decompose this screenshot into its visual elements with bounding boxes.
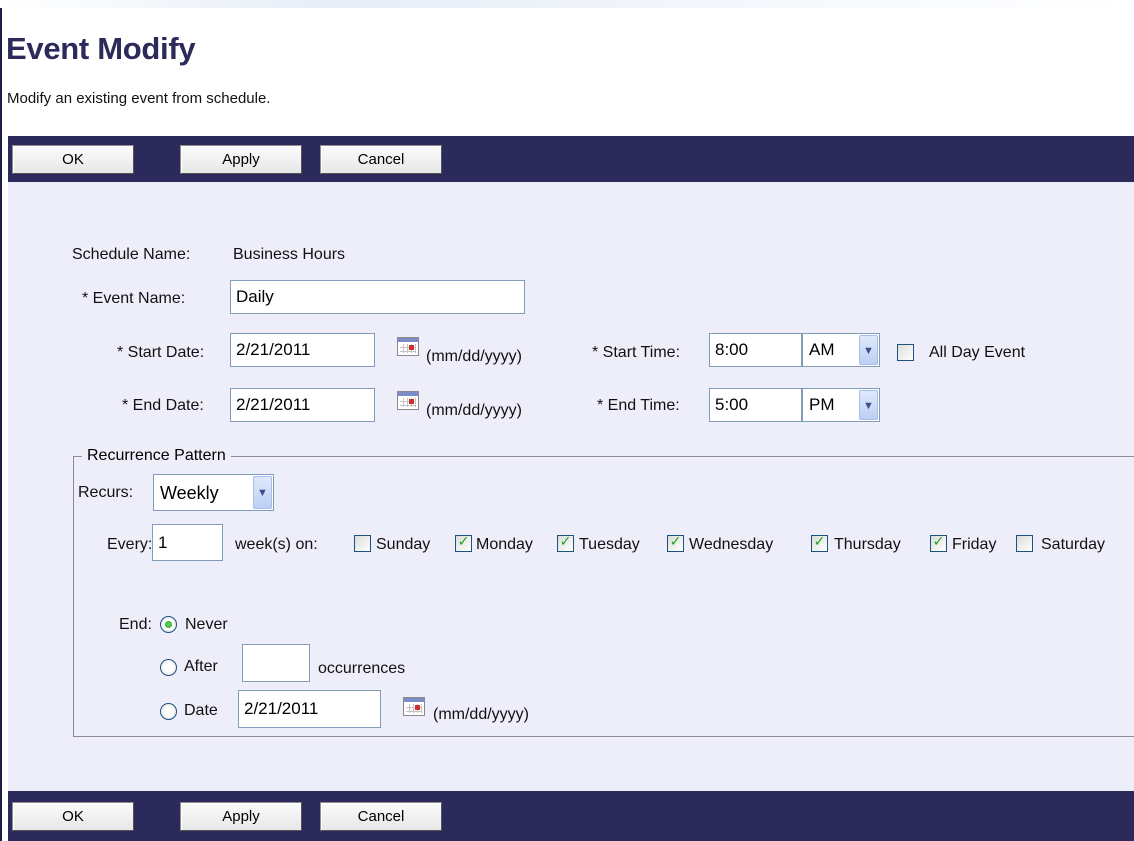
apply-button-bottom[interactable]: Apply (180, 802, 302, 831)
end-ampm-value: PM (809, 395, 835, 414)
start-ampm-value: AM (809, 340, 835, 359)
every-label: Every: (107, 536, 153, 553)
apply-button[interactable]: Apply (180, 145, 302, 174)
recurs-value: Weekly (160, 483, 219, 503)
event-name-label: * Event Name: (82, 290, 186, 307)
page-title: Event Modify (6, 31, 196, 66)
thursday-checkbox[interactable]: ✓ (811, 533, 828, 552)
saturday-checkbox[interactable] (1016, 535, 1033, 552)
sunday-label: Sunday (376, 536, 431, 553)
recurs-select[interactable]: Weekly ▼ (153, 474, 274, 511)
ok-button[interactable]: OK (12, 145, 134, 174)
thursday-label: Thursday (834, 536, 901, 553)
start-date-input[interactable] (230, 333, 375, 367)
occurrences-input[interactable] (242, 644, 310, 682)
cancel-button-bottom[interactable]: Cancel (320, 802, 442, 831)
schedule-name-label: Schedule Name: (72, 246, 191, 263)
end-date-label: * End Date: (122, 397, 204, 414)
checkmark-icon: ✓ (559, 533, 572, 549)
end-after-label: After (184, 658, 218, 675)
event-name-input[interactable] (230, 280, 525, 314)
end-time-input[interactable] (709, 388, 802, 422)
end-date-radio[interactable] (160, 703, 177, 720)
every-weeks-input[interactable] (152, 524, 223, 561)
end-by-date-input[interactable] (238, 690, 381, 728)
schedule-name-value: Business Hours (233, 246, 346, 263)
end-date-format-hint: (mm/dd/yyyy) (426, 402, 522, 419)
occurrences-label: occurrences (318, 660, 406, 677)
ok-button-bottom[interactable]: OK (12, 802, 134, 831)
bottom-toolbar: OK Apply Cancel (8, 791, 1134, 841)
saturday-label: Saturday (1041, 536, 1106, 553)
page-subtitle: Modify an existing event from schedule. (7, 90, 271, 107)
monday-checkbox[interactable]: ✓ (455, 533, 472, 552)
chevron-down-icon[interactable]: ▼ (859, 390, 878, 420)
tuesday-checkbox[interactable]: ✓ (557, 533, 574, 552)
chevron-down-icon[interactable]: ▼ (253, 476, 272, 509)
start-ampm-select[interactable]: AM ▼ (802, 333, 880, 367)
end-by-date-label: Date (184, 702, 218, 719)
end-after-radio[interactable] (160, 659, 177, 676)
friday-checkbox[interactable]: ✓ (930, 533, 947, 552)
recurrence-pattern-legend: Recurrence Pattern (82, 447, 231, 465)
end-never-label: Never (185, 616, 228, 633)
end-time-label: * End Time: (597, 397, 680, 414)
end-never-radio[interactable] (160, 616, 177, 633)
end-ampm-select[interactable]: PM ▼ (802, 388, 880, 422)
monday-label: Monday (476, 536, 533, 553)
weeks-on-label: week(s) on: (235, 536, 318, 553)
wednesday-checkbox[interactable]: ✓ (667, 533, 684, 552)
top-toolbar: OK Apply Cancel (8, 136, 1134, 182)
end-date-input[interactable] (230, 388, 375, 422)
checkmark-icon: ✓ (669, 533, 682, 549)
recurs-label: Recurs: (78, 484, 134, 501)
end-label: End: (119, 616, 152, 633)
checkmark-icon: ✓ (457, 533, 470, 549)
wednesday-label: Wednesday (689, 536, 774, 553)
sunday-checkbox[interactable] (354, 535, 371, 552)
cancel-button[interactable]: Cancel (320, 145, 442, 174)
top-banner-strip (0, 0, 1134, 8)
chevron-down-icon[interactable]: ▼ (859, 335, 878, 365)
tuesday-label: Tuesday (579, 536, 640, 553)
start-date-format-hint: (mm/dd/yyyy) (426, 348, 522, 365)
all-day-event-checkbox[interactable] (897, 344, 914, 361)
left-border-rule (0, 8, 2, 841)
all-day-event-label: All Day Event (929, 344, 1026, 361)
end-by-date-format-hint: (mm/dd/yyyy) (433, 706, 529, 723)
start-date-calendar-icon[interactable] (397, 337, 419, 356)
checkmark-icon: ✓ (932, 533, 945, 549)
start-time-input[interactable] (709, 333, 802, 367)
checkmark-icon: ✓ (813, 533, 826, 549)
end-by-date-calendar-icon[interactable] (403, 697, 425, 716)
start-date-label: * Start Date: (117, 344, 205, 361)
start-time-label: * Start Time: (592, 344, 681, 361)
end-date-calendar-icon[interactable] (397, 391, 419, 410)
friday-label: Friday (952, 536, 997, 553)
radio-selected-dot (165, 621, 172, 628)
